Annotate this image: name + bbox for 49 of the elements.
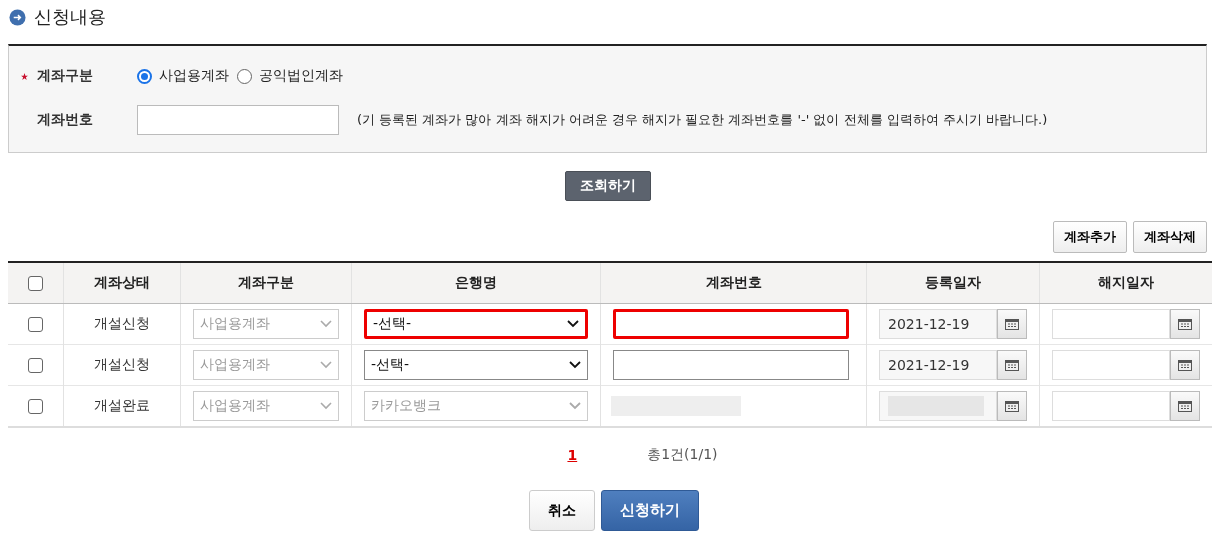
bank-dropdown[interactable]: -선택- [364, 350, 588, 380]
calendar-icon[interactable] [1170, 391, 1200, 421]
column-header: 계좌번호 [600, 262, 867, 304]
table-cell: 개설신청 [63, 344, 181, 386]
column-header: 등록일자 [866, 262, 1040, 304]
field-label: 계좌구분 [37, 67, 94, 85]
chevron-down-icon [320, 402, 332, 410]
column-header: 계좌구분 [180, 262, 352, 304]
hint-text: (기 등록된 계좌가 많아 계좌 해지가 어려운 경우 해지가 필요한 계좌번호를 '-' 없이 전체를 입력하여 주시기 바랍니다.) [357, 111, 1048, 129]
date-field[interactable]: 2021-12-19 [879, 350, 997, 380]
date-field[interactable] [1052, 350, 1170, 380]
row-checkbox[interactable] [28, 317, 43, 333]
radio-option[interactable]: 공익법인계좌 [237, 67, 343, 85]
table-action-button[interactable]: 계좌추가 [1053, 221, 1127, 253]
cancel-button[interactable]: 취소 [528, 490, 595, 531]
account-number-field[interactable] [613, 350, 849, 380]
submit-button[interactable]: 신청하기 [600, 490, 699, 531]
table-action-button[interactable]: 계좌삭제 [1133, 221, 1207, 253]
page-link[interactable]: 1 [567, 447, 578, 463]
table-cell: 개설완료 [63, 385, 181, 427]
bank-dropdown[interactable]: -선택- [364, 309, 588, 339]
column-header: 은행명 [351, 262, 601, 304]
column-header: 계좌상태 [63, 262, 181, 304]
date-field[interactable]: 2021-12-19 [879, 309, 997, 339]
calendar-icon[interactable] [997, 350, 1027, 380]
field-label: 계좌번호 [37, 111, 94, 129]
search-button[interactable]: 조회하기 [564, 171, 651, 201]
arrow-circle-icon [9, 8, 26, 26]
date-field[interactable] [1052, 309, 1170, 339]
calendar-icon[interactable] [1170, 350, 1200, 380]
calendar-icon[interactable] [997, 309, 1027, 339]
chevron-down-icon [320, 320, 332, 328]
account-number-field[interactable] [137, 105, 339, 135]
calendar-icon[interactable] [1170, 309, 1200, 339]
row-checkbox[interactable] [28, 399, 43, 415]
chevron-down-icon [567, 320, 579, 328]
chevron-down-icon [569, 402, 581, 410]
total-count: 총1건(1/1) [647, 446, 718, 464]
select-all-checkbox[interactable] [28, 276, 43, 292]
table-cell: 개설신청 [63, 303, 181, 345]
column-header: 해지일자 [1039, 262, 1212, 304]
row-checkbox[interactable] [28, 358, 43, 374]
calendar-icon[interactable] [997, 391, 1027, 421]
section-title: 신청내용 [34, 5, 106, 29]
account-number-field[interactable] [613, 309, 849, 339]
date-field[interactable] [1052, 391, 1170, 421]
chevron-down-icon [320, 361, 332, 369]
radio-option[interactable]: 사업용계좌 [137, 67, 229, 85]
chevron-down-icon [569, 361, 581, 369]
